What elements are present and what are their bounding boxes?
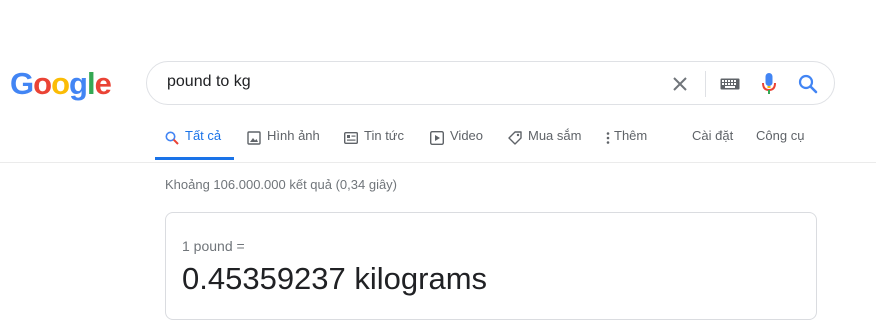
unit-converter-card: 1 pound = 0.45359237 kilograms	[165, 212, 817, 320]
tools-link[interactable]: Công cụ	[756, 128, 804, 160]
conversion-result: 0.45359237 kilograms	[182, 261, 488, 296]
google-logo[interactable]: G o o g l e	[10, 66, 112, 102]
search-icon[interactable]	[795, 62, 821, 106]
result-stats: Khoảng 106.000.000 kết quả (0,34 giây)	[165, 177, 398, 192]
tab-label: Tin tức	[364, 128, 405, 143]
search-input[interactable]: pound to kg	[167, 73, 251, 91]
tab-shopping[interactable]: Mua sắm	[508, 128, 581, 160]
more-vert-icon	[606, 130, 610, 146]
image-icon	[247, 130, 261, 146]
search-icon	[165, 130, 179, 146]
tab-more[interactable]: Thêm	[606, 128, 647, 160]
tab-video[interactable]: Video	[430, 128, 483, 160]
news-icon	[344, 130, 358, 146]
active-tab-indicator	[155, 157, 234, 160]
logo-letter: l	[86, 66, 96, 101]
keyboard-icon[interactable]	[717, 62, 743, 106]
video-icon	[430, 130, 444, 146]
logo-letter: G	[10, 66, 34, 101]
divider	[0, 162, 876, 163]
tab-label: Thêm	[614, 128, 648, 143]
tab-label: Tất cả	[185, 128, 222, 143]
close-icon[interactable]	[667, 62, 693, 106]
logo-letter: e	[94, 66, 112, 101]
microphone-icon[interactable]	[759, 62, 779, 106]
logo-letter: g	[69, 66, 88, 101]
divider	[705, 71, 706, 97]
logo-letter: o	[51, 66, 70, 101]
search-box[interactable]: pound to kg	[146, 61, 835, 105]
tab-all[interactable]: Tất cả	[165, 128, 221, 160]
tab-label: Mua sắm	[528, 128, 582, 143]
tag-icon	[508, 130, 522, 146]
logo-letter: o	[33, 66, 52, 101]
search-tabs: Tất cả Hình ảnh Tin tức Video Mua sắm Th…	[0, 128, 876, 160]
tab-news[interactable]: Tin tức	[344, 128, 404, 160]
settings-link[interactable]: Cài đặt	[692, 128, 733, 160]
tab-label: Video	[450, 128, 484, 143]
conversion-source: 1 pound =	[182, 238, 245, 254]
tab-label: Hình ảnh	[267, 128, 320, 143]
tab-images[interactable]: Hình ảnh	[247, 128, 320, 160]
